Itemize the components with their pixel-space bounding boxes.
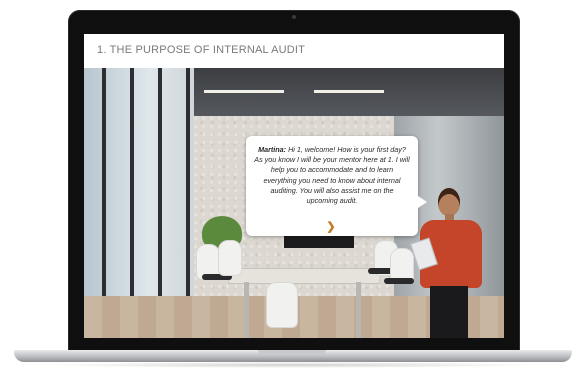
course-header: 1. THE PURPOSE OF INTERNAL AUDIT xyxy=(84,34,504,69)
window-mullion xyxy=(102,68,106,308)
dialog-bubble: Martina: Hi 1, welcome! How is your firs… xyxy=(246,136,418,236)
chair xyxy=(266,282,298,328)
dialog-text: Martina: Hi 1, welcome! How is your firs… xyxy=(254,145,410,206)
laptop-notch xyxy=(258,350,326,355)
window-mullion xyxy=(130,68,134,308)
table-leg xyxy=(356,282,361,338)
ceiling-light xyxy=(204,90,284,93)
page-title: 1. THE PURPOSE OF INTERNAL AUDIT xyxy=(97,44,306,56)
speaker-name: Martina: xyxy=(258,145,287,154)
window-mullion xyxy=(158,68,162,308)
dialog-bubble-tail xyxy=(418,196,427,208)
webcam-icon xyxy=(292,15,296,19)
chair xyxy=(218,240,242,276)
presenter-pants xyxy=(430,286,468,338)
table-leg xyxy=(244,282,249,338)
chevron-right-icon: ❯ xyxy=(326,220,336,233)
window-mullion xyxy=(186,68,190,308)
chair-seat xyxy=(384,278,414,284)
office-scene: Martina: Hi 1, welcome! How is your firs… xyxy=(84,68,504,338)
ceiling-light xyxy=(314,90,384,93)
presenter-head xyxy=(438,188,460,216)
course-screen: 1. THE PURPOSE OF INTERNAL AUDIT Martina… xyxy=(84,34,504,338)
laptop-shadow xyxy=(40,362,544,368)
next-button[interactable]: ❯ xyxy=(324,220,338,234)
presenter-character xyxy=(410,188,486,338)
dialog-message: Hi 1, welcome! How is your first day? As… xyxy=(254,145,410,206)
